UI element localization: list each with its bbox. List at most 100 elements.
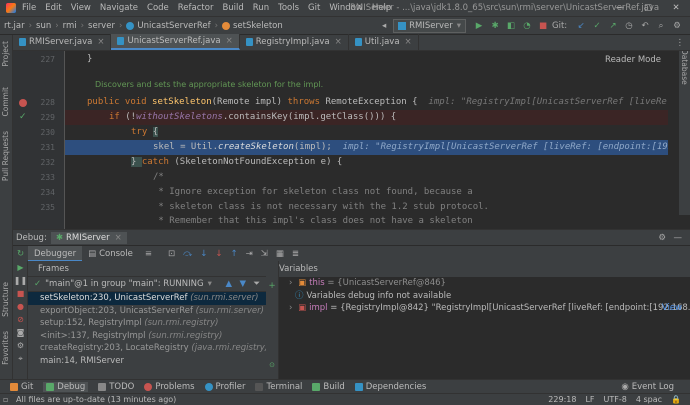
filter-icon[interactable]: ⏷ <box>253 277 260 292</box>
settings-icon[interactable]: ⚙ <box>13 339 28 352</box>
tab-registryimpl[interactable]: RegistryImpl.java × <box>240 34 349 50</box>
coverage-icon[interactable]: ◧ <box>504 21 518 31</box>
menu-file[interactable]: File <box>22 3 36 13</box>
search-icon[interactable]: ⌕ <box>654 21 668 31</box>
breadcrumb-item[interactable]: UnicastServerRef <box>137 21 210 31</box>
pin-icon[interactable]: ⌖ <box>13 352 28 365</box>
menu-code[interactable]: Code <box>147 3 169 13</box>
tab-util[interactable]: Util.java × <box>349 34 419 50</box>
frame-item[interactable]: setSkeleton:230, UnicastServerRef (sun.r… <box>28 292 266 305</box>
menu-edit[interactable]: Edit <box>45 3 61 13</box>
hide-icon[interactable]: — <box>674 233 683 243</box>
frame-up-icon[interactable]: ▲ <box>225 277 232 292</box>
tool-profiler[interactable]: Profiler <box>204 382 245 392</box>
breakpoint-icon[interactable] <box>19 99 27 107</box>
view-link[interactable]: View <box>662 302 682 315</box>
breadcrumb-item[interactable]: sun <box>36 21 51 31</box>
close-tab-icon[interactable]: × <box>97 37 104 47</box>
pull-requests-tool-tab[interactable]: Pull Requests <box>1 131 10 181</box>
lock-icon[interactable]: 🔒 <box>671 395 681 404</box>
breadcrumb-item[interactable]: server <box>88 21 115 31</box>
git-push-icon[interactable]: ↗ <box>606 21 620 31</box>
frame-item[interactable]: main:14, RMIServer <box>28 355 266 368</box>
menu-build[interactable]: Build <box>222 3 243 13</box>
force-step-into-icon[interactable]: ↓ <box>215 249 222 259</box>
frame-item[interactable]: setup:152, RegistryImpl (sun.rmi.registr… <box>28 317 266 330</box>
tool-dependencies[interactable]: Dependencies <box>354 382 426 392</box>
breadcrumb-item[interactable]: setSkeleton <box>233 21 283 31</box>
structure-tool-tab[interactable]: Structure <box>1 282 10 317</box>
close-tab-icon[interactable]: × <box>405 37 412 47</box>
stop-icon[interactable]: ■ <box>13 287 28 300</box>
breadcrumb-item[interactable]: rt.jar <box>4 21 25 31</box>
expand-icon[interactable]: › <box>289 278 292 288</box>
frame-item[interactable]: createRegistry:203, LocateRegistry (java… <box>28 342 266 355</box>
debug-session-tab[interactable]: ✱ RMIServer × <box>50 231 127 244</box>
minimize-button[interactable]: — <box>606 0 634 17</box>
menu-run[interactable]: Run <box>253 3 269 13</box>
settings-icon[interactable]: ⚙ <box>658 233 666 243</box>
menu-navigate[interactable]: Navigate <box>100 3 138 13</box>
indent-setting[interactable]: 4 spac <box>636 395 662 404</box>
menu-refactor[interactable]: Refactor <box>178 3 214 13</box>
tool-problems[interactable]: Problems <box>144 382 195 392</box>
camera-icon[interactable]: ◙ <box>13 326 28 339</box>
trace-icon[interactable]: ≣ <box>292 249 299 259</box>
tab-console[interactable]: ▤ Console <box>82 246 139 262</box>
drop-frame-icon[interactable]: ⇥ <box>246 249 253 259</box>
breakpoint-checked-icon[interactable]: ✓ <box>19 112 27 122</box>
tool-terminal[interactable]: Terminal <box>255 382 302 392</box>
editor-gutter[interactable]: 227 228 229 230 231 232 233 234 235 ✓ <box>13 51 65 229</box>
profile-icon[interactable]: ◔ <box>520 21 534 31</box>
code-editor[interactable]: Reader Mode } Discovers and sets the app… <box>65 51 679 229</box>
status-toggle-icon[interactable]: ▫ <box>3 395 8 404</box>
git-commit-icon[interactable]: ✓ <box>590 21 604 31</box>
show-execution-point-icon[interactable]: ⊡ <box>168 249 175 259</box>
event-log[interactable]: ◉ Event Log <box>621 380 674 394</box>
variable-row[interactable]: › ▣ this = {UnicastServerRef@846} <box>279 277 690 290</box>
database-tool-tab[interactable]: Database <box>680 49 689 85</box>
menu-tools[interactable]: Tools <box>278 3 299 13</box>
mute-breakpoints-icon[interactable]: ⊘ <box>13 313 28 326</box>
close-button[interactable]: ✕ <box>662 0 690 17</box>
frame-item[interactable]: <init>:137, RegistryImpl (sun.rmi.regist… <box>28 330 266 343</box>
run-icon[interactable]: ▶ <box>472 21 486 31</box>
tool-todo[interactable]: TODO <box>98 382 134 392</box>
editor-scrollbar[interactable] <box>668 51 679 229</box>
project-tool-tab[interactable]: Project <box>1 41 10 67</box>
favorites-tool-tab[interactable]: Favorites <box>1 331 10 365</box>
expand-icon[interactable]: › <box>289 303 292 313</box>
add-watch-icon[interactable]: + <box>266 281 278 291</box>
stop-icon[interactable]: ■ <box>536 21 550 31</box>
back-icon[interactable]: ◂ <box>377 21 391 31</box>
history-icon[interactable]: ◷ <box>622 21 636 31</box>
thread-selector[interactable]: ✓ "main"@1 in group "main": RUNNING ▾ ▲ … <box>28 277 266 292</box>
run-config-select[interactable]: RMIServer ▾ <box>393 19 466 33</box>
frame-down-icon[interactable]: ▼ <box>239 277 246 292</box>
debug-icon[interactable]: ✱ <box>488 21 502 31</box>
menu-git[interactable]: Git <box>308 3 320 13</box>
variable-row[interactable]: › ▣ impl = {RegistryImpl@842} "RegistryIm… <box>279 302 690 315</box>
maximize-button[interactable]: □ <box>634 0 662 17</box>
run-to-cursor-icon[interactable]: ⇲ <box>261 249 268 259</box>
close-tab-icon[interactable]: × <box>226 36 233 46</box>
breadcrumb-item[interactable]: rmi <box>63 21 77 31</box>
close-session-icon[interactable]: × <box>115 233 122 243</box>
frame-item[interactable]: exportObject:203, UnicastServerRef (sun.… <box>28 305 266 318</box>
tab-rmiserver[interactable]: RMIServer.java × <box>13 34 112 50</box>
watch-icon[interactable]: ⊙ <box>266 361 278 369</box>
settings-icon[interactable]: ⚙ <box>670 21 684 31</box>
file-encoding[interactable]: UTF-8 <box>604 395 627 404</box>
layout-icon[interactable]: ≡ <box>145 249 152 259</box>
tool-debug[interactable]: Debug <box>43 381 89 392</box>
pause-icon[interactable]: ❚❚ <box>13 274 28 287</box>
line-separator[interactable]: LF <box>585 395 594 404</box>
tab-debugger[interactable]: Debugger <box>28 245 83 262</box>
caret-position[interactable]: 229:18 <box>548 395 576 404</box>
tool-git[interactable]: Git <box>10 382 33 392</box>
step-out-icon[interactable]: ↑ <box>230 249 237 259</box>
evaluate-icon[interactable]: ▦ <box>276 249 284 259</box>
step-into-icon[interactable]: ↓ <box>200 249 207 259</box>
revert-icon[interactable]: ↶ <box>638 21 652 31</box>
step-over-icon[interactable]: ⤼ <box>183 249 192 259</box>
